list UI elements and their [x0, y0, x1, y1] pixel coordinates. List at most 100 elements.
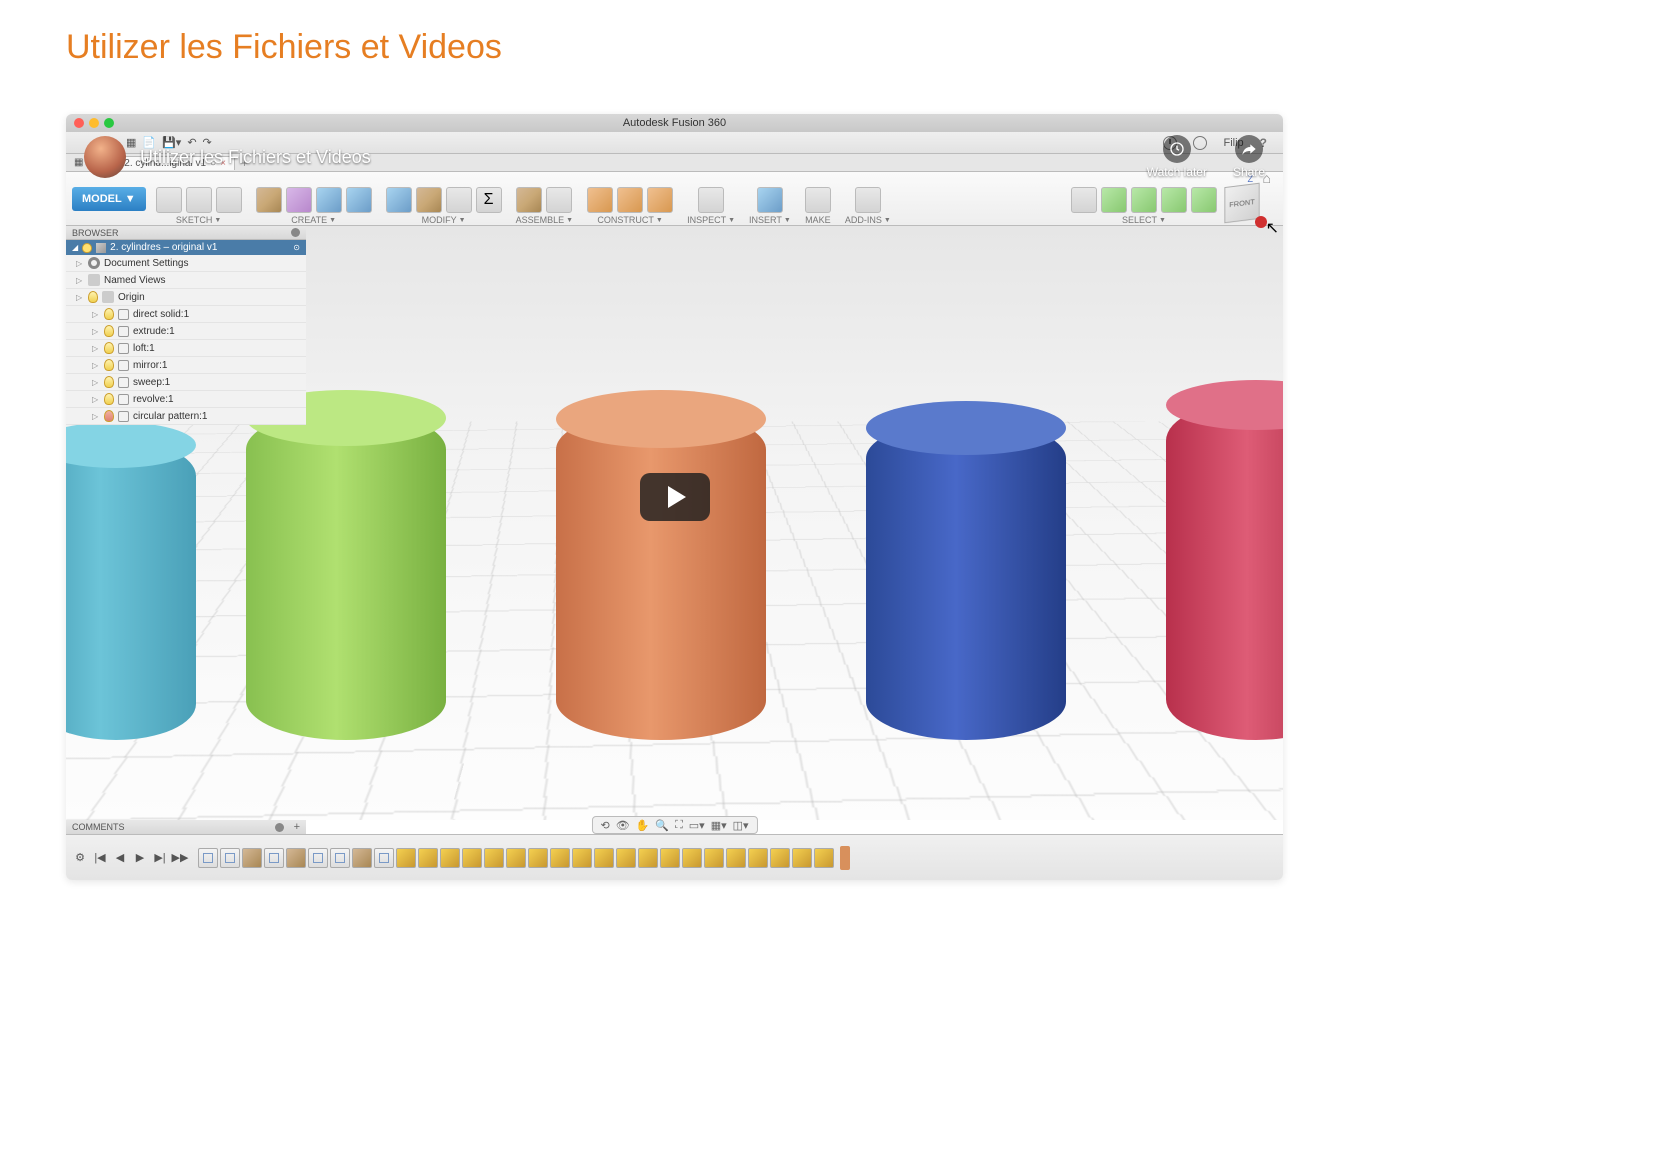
- visibility-icon[interactable]: [88, 291, 98, 303]
- timeline-feature[interactable]: [814, 848, 834, 868]
- timeline-feature[interactable]: [374, 848, 394, 868]
- orbit-icon[interactable]: ⟲: [600, 819, 609, 832]
- point-tool-icon[interactable]: [647, 187, 673, 213]
- timeline-end-icon[interactable]: ▶▶: [172, 850, 188, 866]
- timeline-playhead[interactable]: [840, 846, 850, 870]
- timeline-feature[interactable]: [352, 848, 372, 868]
- timeline-feature[interactable]: [748, 848, 768, 868]
- fillet-tool-icon[interactable]: [386, 187, 412, 213]
- timeline-feature[interactable]: [264, 848, 284, 868]
- pan-icon[interactable]: ✋: [636, 819, 650, 832]
- select-tool-icon[interactable]: [1071, 187, 1097, 213]
- timeline-feature[interactable]: [418, 848, 438, 868]
- make-tool-icon[interactable]: [805, 187, 831, 213]
- timeline-feature[interactable]: [462, 848, 482, 868]
- joint-tool-icon[interactable]: [516, 187, 542, 213]
- timeline-feature[interactable]: [704, 848, 724, 868]
- display-icon[interactable]: ▭▾: [689, 819, 705, 832]
- timeline-feature[interactable]: [506, 848, 526, 868]
- share-button[interactable]: Share: [1233, 135, 1265, 179]
- tree-item-loft[interactable]: ▷loft:1: [66, 340, 306, 357]
- channel-avatar[interactable]: [84, 136, 126, 178]
- shell-tool-icon[interactable]: [416, 187, 442, 213]
- expand-icon[interactable]: ▷: [76, 259, 84, 268]
- timeline-start-icon[interactable]: |◀: [92, 850, 108, 866]
- viewcube-face[interactable]: FRONT: [1224, 183, 1259, 224]
- zoom-window-icon[interactable]: [104, 118, 114, 128]
- line-tool-icon[interactable]: [186, 187, 212, 213]
- sum-tool-icon[interactable]: Σ: [476, 187, 502, 213]
- cylinder-orange[interactable]: [556, 410, 766, 740]
- play-button[interactable]: [640, 473, 710, 521]
- select-face-icon[interactable]: [1131, 187, 1157, 213]
- cylinder-blue[interactable]: [866, 420, 1066, 740]
- axis-tool-icon[interactable]: [617, 187, 643, 213]
- timeline-feature[interactable]: [396, 848, 416, 868]
- tree-item-direct-solid[interactable]: ▷direct solid:1: [66, 306, 306, 323]
- tree-item-extrude[interactable]: ▷extrude:1: [66, 323, 306, 340]
- select-window-icon[interactable]: [1191, 187, 1217, 213]
- rect-tool-icon[interactable]: [216, 187, 242, 213]
- timeline-next-icon[interactable]: ▶|: [152, 850, 168, 866]
- select-body-icon[interactable]: [1101, 187, 1127, 213]
- tree-item-origin[interactable]: ▷ Origin: [66, 289, 306, 306]
- visibility-icon[interactable]: [104, 342, 114, 354]
- expand-icon[interactable]: ▷: [76, 293, 84, 302]
- timeline-play-icon[interactable]: ▶: [132, 850, 148, 866]
- timeline-feature[interactable]: [638, 848, 658, 868]
- dropdown-icon[interactable]: ⊙: [293, 243, 300, 252]
- timeline-feature[interactable]: [198, 848, 218, 868]
- extrude-tool-icon[interactable]: [286, 187, 312, 213]
- comments-header[interactable]: COMMENTS +: [66, 820, 306, 834]
- add-comment-icon[interactable]: +: [294, 821, 300, 833]
- collapse-icon[interactable]: [291, 228, 300, 237]
- addins-tool-icon[interactable]: [855, 187, 881, 213]
- traffic-lights[interactable]: [74, 118, 114, 128]
- measure-tool-icon[interactable]: [698, 187, 724, 213]
- revolve-tool-icon[interactable]: [316, 187, 342, 213]
- close-window-icon[interactable]: [74, 118, 84, 128]
- timeline-feature[interactable]: [594, 848, 614, 868]
- expand-icon[interactable]: ▷: [76, 276, 84, 285]
- timeline-feature[interactable]: [242, 848, 262, 868]
- visibility-icon[interactable]: [104, 325, 114, 337]
- collapse-icon[interactable]: [275, 823, 284, 832]
- navigation-bar[interactable]: ⟲ 👁 ✋ 🔍 ⛶ ▭▾ ▦▾ ◫▾: [591, 816, 757, 834]
- video-embed[interactable]: Autodesk Fusion 360 ▦ 📄 💾▾ ↶ ↷ Filip ? U…: [66, 114, 1283, 880]
- viewcube[interactable]: ⌂ Z FRONT ↖: [1223, 184, 1273, 234]
- sweep-tool-icon[interactable]: [346, 187, 372, 213]
- timeline-feature[interactable]: [308, 848, 328, 868]
- zoom-icon[interactable]: 🔍: [655, 819, 669, 832]
- timeline-feature[interactable]: [682, 848, 702, 868]
- timeline-feature[interactable]: [330, 848, 350, 868]
- tree-item-revolve[interactable]: ▷revolve:1: [66, 391, 306, 408]
- cylinder-cyan[interactable]: [66, 440, 196, 740]
- visibility-icon[interactable]: [104, 376, 114, 388]
- timeline-feature[interactable]: [770, 848, 790, 868]
- select-edge-icon[interactable]: [1161, 187, 1187, 213]
- cylinder-green[interactable]: [246, 410, 446, 740]
- insert-tool-icon[interactable]: [757, 187, 783, 213]
- tree-root[interactable]: ◢ 2. cylindres – original v1 ⊙: [66, 240, 306, 255]
- plane-tool-icon[interactable]: [587, 187, 613, 213]
- align-tool-icon[interactable]: [446, 187, 472, 213]
- minimize-window-icon[interactable]: [89, 118, 99, 128]
- visibility-icon[interactable]: [104, 410, 114, 422]
- visibility-icon[interactable]: [82, 243, 92, 253]
- cylinder-red[interactable]: [1166, 400, 1283, 740]
- timeline-feature[interactable]: [660, 848, 680, 868]
- fit-icon[interactable]: ⛶: [675, 819, 683, 832]
- visibility-icon[interactable]: [104, 308, 114, 320]
- timeline-feature[interactable]: [440, 848, 460, 868]
- watch-later-button[interactable]: Watch later: [1147, 135, 1207, 179]
- tree-item-mirror[interactable]: ▷mirror:1: [66, 357, 306, 374]
- timeline-feature[interactable]: [286, 848, 306, 868]
- timeline-feature[interactable]: [220, 848, 240, 868]
- workspace-switcher[interactable]: MODEL▼: [72, 187, 146, 211]
- timeline-prev-icon[interactable]: ◀: [112, 850, 128, 866]
- viewport-icon[interactable]: ◫▾: [733, 819, 749, 832]
- box-tool-icon[interactable]: [256, 187, 282, 213]
- visibility-icon[interactable]: [104, 393, 114, 405]
- timeline-feature[interactable]: [726, 848, 746, 868]
- timeline-feature[interactable]: [616, 848, 636, 868]
